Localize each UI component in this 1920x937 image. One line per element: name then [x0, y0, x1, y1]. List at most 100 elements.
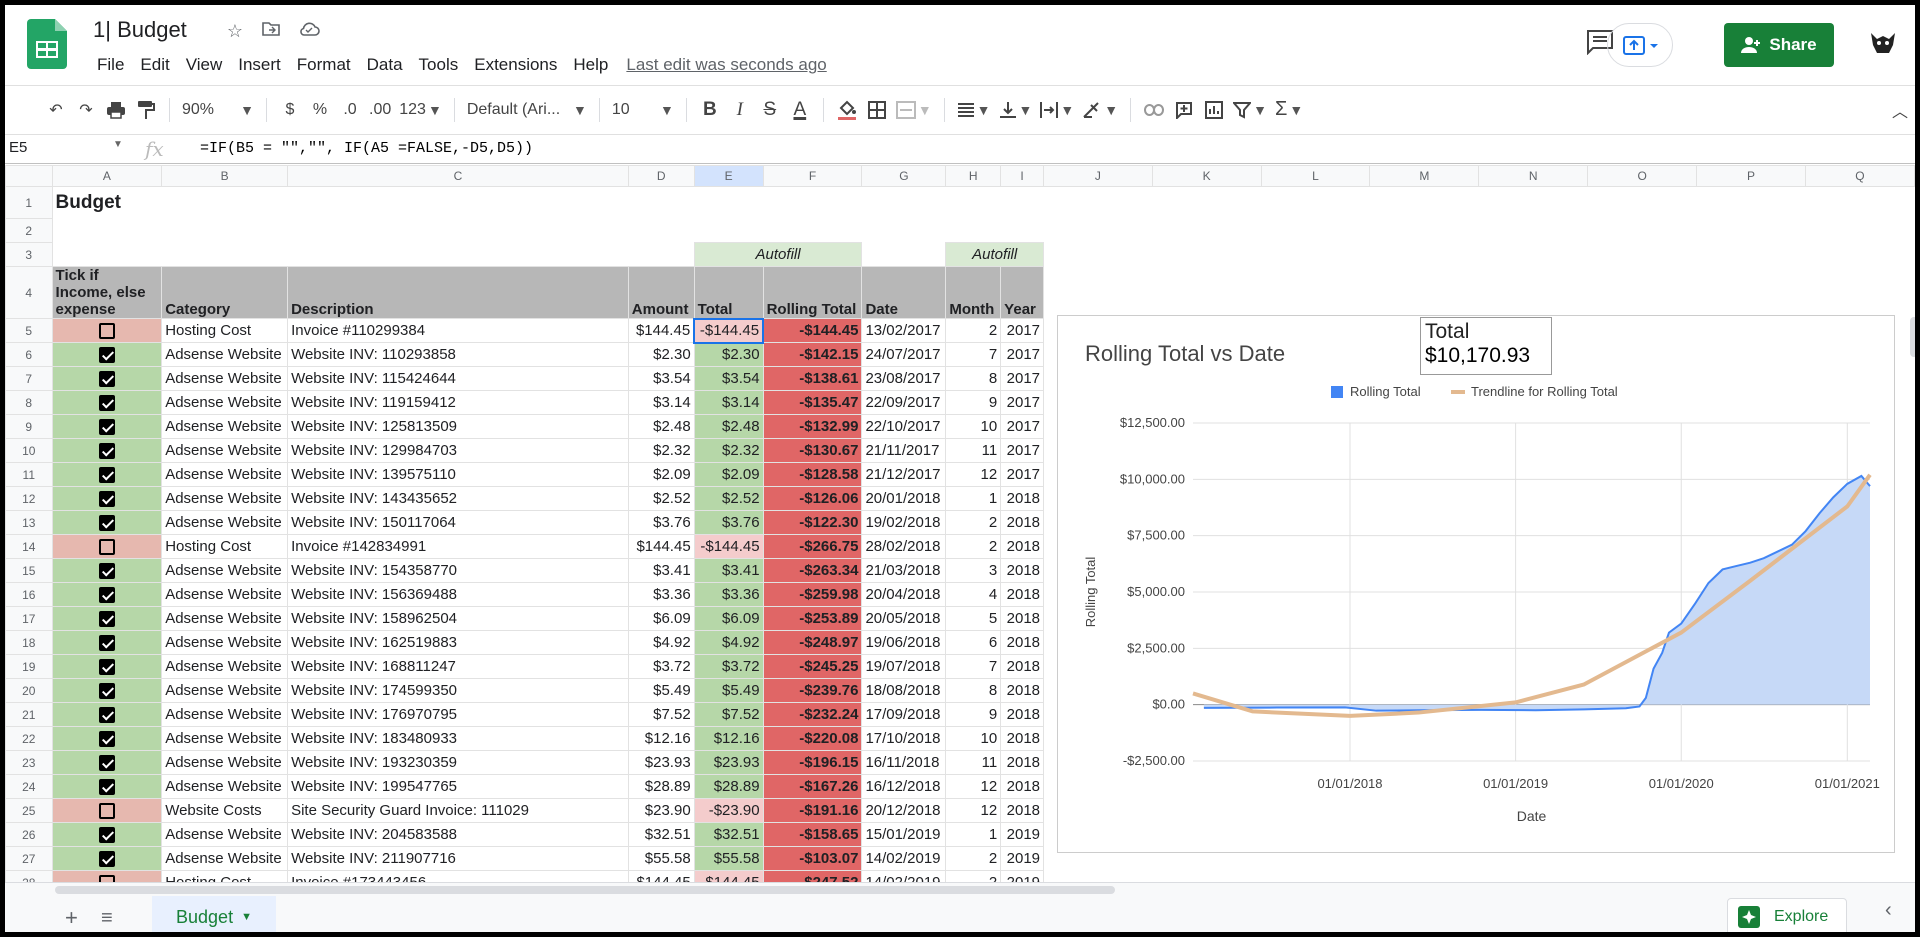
- date-cell[interactable]: 28/02/2018: [861, 534, 947, 559]
- description-cell[interactable]: Website INV: 119159412: [287, 390, 629, 415]
- menu-tools[interactable]: Tools: [411, 55, 467, 75]
- category-cell[interactable]: Adsense Website: [161, 774, 289, 799]
- checked-checkbox-icon[interactable]: [98, 611, 115, 628]
- user-avatar[interactable]: [1865, 25, 1901, 61]
- column-header[interactable]: N: [1478, 165, 1589, 187]
- description-cell[interactable]: Website INV: 125813509: [287, 414, 629, 439]
- category-cell[interactable]: Adsense Website: [161, 726, 289, 751]
- description-cell[interactable]: Website INV: 154358770: [287, 558, 629, 583]
- category-cell[interactable]: Adsense Website: [161, 678, 289, 703]
- amount-cell[interactable]: $2.32: [627, 438, 695, 463]
- month-cell[interactable]: 2: [945, 318, 1002, 343]
- category-cell[interactable]: Adsense Website: [161, 558, 289, 583]
- year-cell[interactable]: 2018: [1000, 630, 1045, 655]
- category-cell[interactable]: Adsense Website: [161, 582, 289, 607]
- row-header[interactable]: 7: [5, 366, 53, 391]
- category-cell[interactable]: Adsense Website: [161, 750, 289, 775]
- total-cell[interactable]: $4.92: [693, 630, 764, 655]
- text-wrapping-icon[interactable]: ▼: [1036, 96, 1078, 124]
- total-cell[interactable]: -$144.45: [693, 317, 765, 344]
- month-cell[interactable]: 11: [945, 438, 1002, 463]
- income-checkbox-cell[interactable]: [51, 462, 163, 487]
- month-cell[interactable]: 9: [945, 390, 1002, 415]
- rolling-total-cell[interactable]: -$248.97: [762, 630, 863, 655]
- amount-cell[interactable]: $55.58: [627, 846, 695, 871]
- description-cell[interactable]: Website INV: 199547765: [287, 774, 629, 799]
- amount-cell[interactable]: $144.45: [627, 534, 695, 559]
- month-cell[interactable]: 10: [945, 726, 1002, 751]
- rolling-total-cell[interactable]: -$196.15: [762, 750, 863, 775]
- income-checkbox-cell[interactable]: [51, 582, 163, 607]
- category-cell[interactable]: Hosting Cost: [161, 534, 289, 559]
- checked-checkbox-icon[interactable]: [98, 755, 115, 772]
- row-header[interactable]: 24: [5, 774, 53, 799]
- income-checkbox-cell[interactable]: [51, 342, 163, 367]
- description-cell[interactable]: Website INV: 150117064: [287, 510, 629, 535]
- menu-insert[interactable]: Insert: [230, 55, 289, 75]
- income-checkbox-cell[interactable]: [51, 606, 163, 631]
- month-cell[interactable]: 3: [945, 558, 1002, 583]
- checked-checkbox-icon[interactable]: [98, 587, 115, 604]
- year-cell[interactable]: 2018: [1000, 606, 1045, 631]
- income-checkbox-cell[interactable]: [51, 822, 163, 847]
- fill-color-icon[interactable]: [832, 96, 862, 124]
- header-cell[interactable]: Amount: [627, 266, 695, 319]
- total-cell[interactable]: $3.41: [693, 558, 764, 583]
- horizontal-scrollbar[interactable]: [55, 886, 1115, 894]
- description-cell[interactable]: Website INV: 110293858: [287, 342, 629, 367]
- category-cell[interactable]: Adsense Website: [161, 414, 289, 439]
- amount-cell[interactable]: $144.45: [627, 870, 695, 882]
- total-cell[interactable]: $2.32: [693, 438, 764, 463]
- row-header[interactable]: 21: [5, 702, 53, 727]
- column-header[interactable]: D: [627, 165, 695, 187]
- date-cell[interactable]: 19/02/2018: [861, 510, 947, 535]
- date-cell[interactable]: 14/02/2019: [861, 870, 947, 882]
- add-sheet-icon[interactable]: +: [65, 905, 78, 931]
- month-cell[interactable]: 9: [945, 702, 1002, 727]
- amount-cell[interactable]: $23.90: [627, 798, 695, 823]
- row-header[interactable]: 27: [5, 846, 53, 871]
- column-header[interactable]: E: [693, 165, 764, 187]
- year-cell[interactable]: 2017: [1000, 366, 1045, 391]
- category-cell[interactable]: Adsense Website: [161, 366, 289, 391]
- header-cell[interactable]: Year: [1000, 266, 1045, 319]
- rolling-total-cell[interactable]: -$132.99: [762, 414, 863, 439]
- row-header[interactable]: 11: [5, 462, 53, 487]
- total-cell[interactable]: $3.14: [693, 390, 764, 415]
- column-header[interactable]: F: [762, 165, 863, 187]
- menu-view[interactable]: View: [178, 55, 231, 75]
- checked-checkbox-icon[interactable]: [98, 419, 115, 436]
- total-cell[interactable]: $2.52: [693, 486, 764, 511]
- rolling-total-chart[interactable]: Rolling Total vs Date Rolling Total Trendl…: [1057, 315, 1895, 853]
- date-cell[interactable]: 21/03/2018: [861, 558, 947, 583]
- amount-cell[interactable]: $3.14: [627, 390, 695, 415]
- month-cell[interactable]: 2: [945, 870, 1002, 882]
- total-cell[interactable]: $6.09: [693, 606, 764, 631]
- present-button[interactable]: [1607, 23, 1673, 67]
- header-cell[interactable]: Category: [161, 266, 289, 319]
- income-checkbox-cell[interactable]: [51, 678, 163, 703]
- year-cell[interactable]: 2018: [1000, 558, 1045, 583]
- category-cell[interactable]: Adsense Website: [161, 462, 289, 487]
- income-checkbox-cell[interactable]: [51, 390, 163, 415]
- rolling-total-cell[interactable]: -$135.47: [762, 390, 863, 415]
- description-cell[interactable]: Website INV: 183480933: [287, 726, 629, 751]
- collapse-toolbar-icon[interactable]: ︿: [1885, 96, 1915, 124]
- date-cell[interactable]: 19/07/2018: [861, 654, 947, 679]
- year-cell[interactable]: 2018: [1000, 678, 1045, 703]
- year-cell[interactable]: 2019: [1000, 822, 1045, 847]
- description-cell[interactable]: Website INV: 139575110: [287, 462, 629, 487]
- menu-edit[interactable]: Edit: [132, 55, 177, 75]
- total-cell[interactable]: -$144.45: [693, 870, 764, 882]
- increase-decimal-button[interactable]: .00: [365, 96, 395, 124]
- amount-cell[interactable]: $4.92: [627, 630, 695, 655]
- document-title[interactable]: 1| Budget: [93, 17, 187, 43]
- unchecked-checkbox-icon[interactable]: [98, 323, 115, 340]
- text-rotation-icon[interactable]: ▼: [1078, 96, 1122, 124]
- income-checkbox-cell[interactable]: [51, 438, 163, 463]
- year-cell[interactable]: 2019: [1000, 870, 1045, 882]
- month-cell[interactable]: 4: [945, 582, 1002, 607]
- checked-checkbox-icon[interactable]: [98, 395, 115, 412]
- header-cell[interactable]: Rolling Total: [762, 266, 863, 319]
- column-header[interactable]: B: [161, 165, 289, 187]
